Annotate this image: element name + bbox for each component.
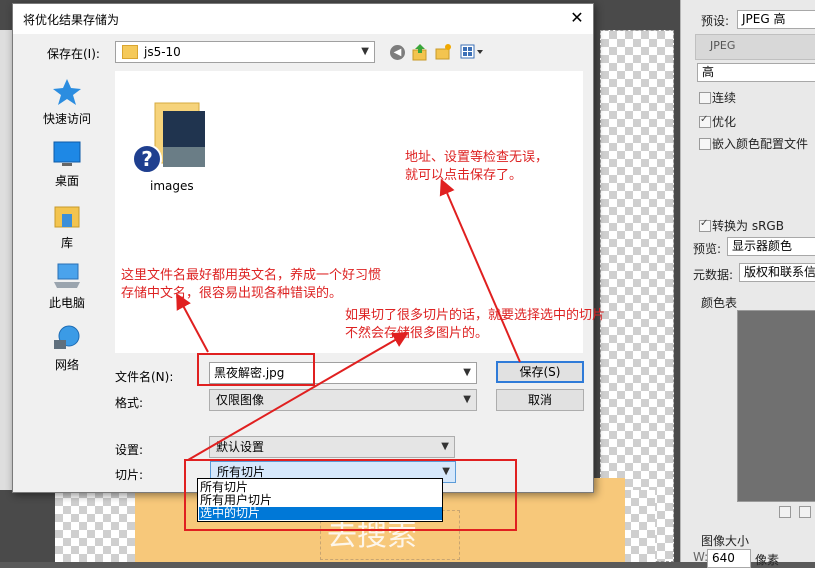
- arrow-to-slices-note: [187, 331, 409, 461]
- arrow-to-filename-note: [176, 292, 209, 353]
- annotation-arrows: [176, 178, 521, 461]
- arrow-to-address-note: [439, 178, 521, 363]
